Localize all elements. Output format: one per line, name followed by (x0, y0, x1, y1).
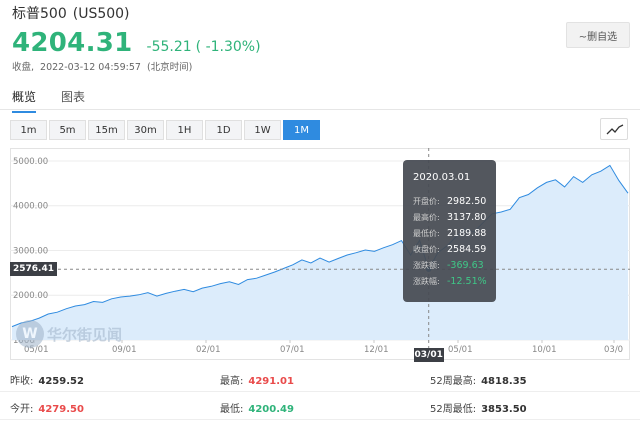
x-tick-label: 03/0 (604, 345, 623, 355)
market-status: 收盘, 2022-03-12 04:59:57 (北京时间) (12, 59, 198, 73)
y-tick-label: 3000.00 (13, 246, 48, 256)
stat-value: 4818.35 (481, 376, 527, 387)
tooltip-value: 2584.59 (447, 243, 487, 255)
tooltip-row-low: 最低价: 2189.88 (413, 225, 496, 241)
range-15m[interactable]: 15m (88, 120, 125, 140)
range-1d[interactable]: 1D (205, 120, 242, 140)
chart-tooltip: 2020.03.01 开盘价: 2982.50 最高价: 3137.80 最低价: 2… (403, 160, 496, 302)
change-percent: ( -1.30%) (195, 39, 261, 55)
price-row: 4204.31 -55.21( -1.30%) (12, 28, 261, 58)
crosshair-y-label: 2576.41 (10, 262, 57, 277)
range-1h[interactable]: 1H (166, 120, 203, 140)
chart-type-button[interactable] (600, 118, 628, 140)
stat-low: 最低: 4200.49 (220, 400, 294, 415)
tooltip-value: -12.51% (447, 275, 487, 287)
stat-label: 52周最高: (430, 376, 477, 387)
y-tick-label: 5000.00 (13, 157, 48, 167)
x-tick-label: 10/01 (532, 345, 557, 355)
tooltip-row-close: 收盘价: 2584.59 (413, 241, 496, 257)
tooltip-value: 2189.88 (447, 227, 487, 239)
stat-prev-close: 昨收: 4259.52 (10, 372, 84, 387)
tooltip-value: -369.63 (447, 259, 484, 271)
stat-52w-low: 52周最低: 3853.50 (430, 400, 527, 415)
stat-value: 4259.52 (38, 376, 84, 387)
timezone: (北京时间) (146, 62, 193, 73)
stats-row: 今开: 4279.50 最低: 4200.49 52周最低: 3853.50 (0, 392, 640, 420)
stat-high: 最高: 4291.01 (220, 372, 294, 387)
range-1m[interactable]: 1m (10, 120, 47, 140)
y-tick-label: 2000.00 (13, 291, 48, 301)
stat-label: 昨收: (10, 376, 34, 387)
x-tick-label: 12/01 (364, 345, 389, 355)
price-change: -55.21( -1.30%) (147, 39, 261, 55)
stat-label: 最低: (220, 404, 244, 415)
tab-chart[interactable]: 图表 (61, 88, 85, 105)
stat-open: 今开: 4279.50 (10, 400, 84, 415)
stat-value: 3853.50 (481, 404, 527, 415)
stat-label: 今开: (10, 404, 34, 415)
line-chart-icon (606, 124, 624, 135)
stats-row: 昨收: 4259.52 最高: 4291.01 52周最高: 4818.35 (0, 364, 640, 392)
tooltip-label: 最高价: (413, 212, 440, 222)
change-value: -55.21 (146, 39, 192, 55)
watermark: W 华尔街见闻 (16, 320, 122, 348)
current-price: 4204.31 (12, 28, 133, 58)
range-1w[interactable]: 1W (244, 120, 281, 140)
tooltip-label: 开盘价: (413, 196, 440, 206)
stat-label: 最高: (220, 376, 244, 387)
tooltip-row-change: 涨跌额: -369.63 (413, 257, 496, 273)
x-tick-label: 02/01 (196, 345, 221, 355)
status-text: 收盘, (12, 62, 35, 73)
watermark-logo: W (16, 320, 44, 348)
tooltip-label: 涨跌额: (413, 260, 440, 270)
tooltip-row-change-pct: 涨跌幅: -12.51% (413, 273, 496, 289)
range-1mo[interactable]: 1M (283, 120, 320, 140)
tooltip-value: 3137.80 (447, 211, 487, 223)
tooltip-label: 收盘价: (413, 244, 440, 254)
tooltip-date: 2020.03.01 (413, 172, 471, 183)
tab-overview[interactable]: 概览 (12, 88, 37, 113)
tab-bar: 概览 图表 (0, 84, 640, 113)
crosshair-x-label: 03/01 (413, 348, 444, 362)
y-tick-label: 4000.00 (13, 202, 48, 212)
timestamp: 2022-03-12 04:59:57 (40, 62, 141, 73)
tooltip-label: 涨跌幅: (413, 276, 440, 286)
x-tick-label: 05/01 (448, 345, 473, 355)
tooltip-row-high: 最高价: 3137.80 (413, 209, 496, 225)
stat-value: 4279.50 (38, 404, 84, 415)
stat-52w-high: 52周最高: 4818.35 (430, 372, 527, 387)
range-selector: 1m 5m 15m 30m 1H 1D 1W 1M (10, 120, 322, 140)
tooltip-row-open: 开盘价: 2982.50 (413, 193, 496, 209)
range-30m[interactable]: 30m (127, 120, 164, 140)
range-5m[interactable]: 5m (49, 120, 86, 140)
tooltip-value: 2982.50 (447, 195, 487, 207)
instrument-name: 标普500 (12, 6, 67, 22)
tooltip-label: 最低价: (413, 228, 440, 238)
remove-favorite-button[interactable]: ~删自选 (566, 22, 630, 48)
instrument-title: 标普500 (US500) (12, 3, 130, 23)
watermark-text: 华尔街见闻 (47, 325, 123, 344)
stat-label: 52周最低: (430, 404, 477, 415)
x-tick-label: 07/01 (280, 345, 305, 355)
stat-value: 4291.01 (248, 376, 294, 387)
instrument-code: (US500) (72, 6, 130, 22)
stat-value: 4200.49 (248, 404, 294, 415)
